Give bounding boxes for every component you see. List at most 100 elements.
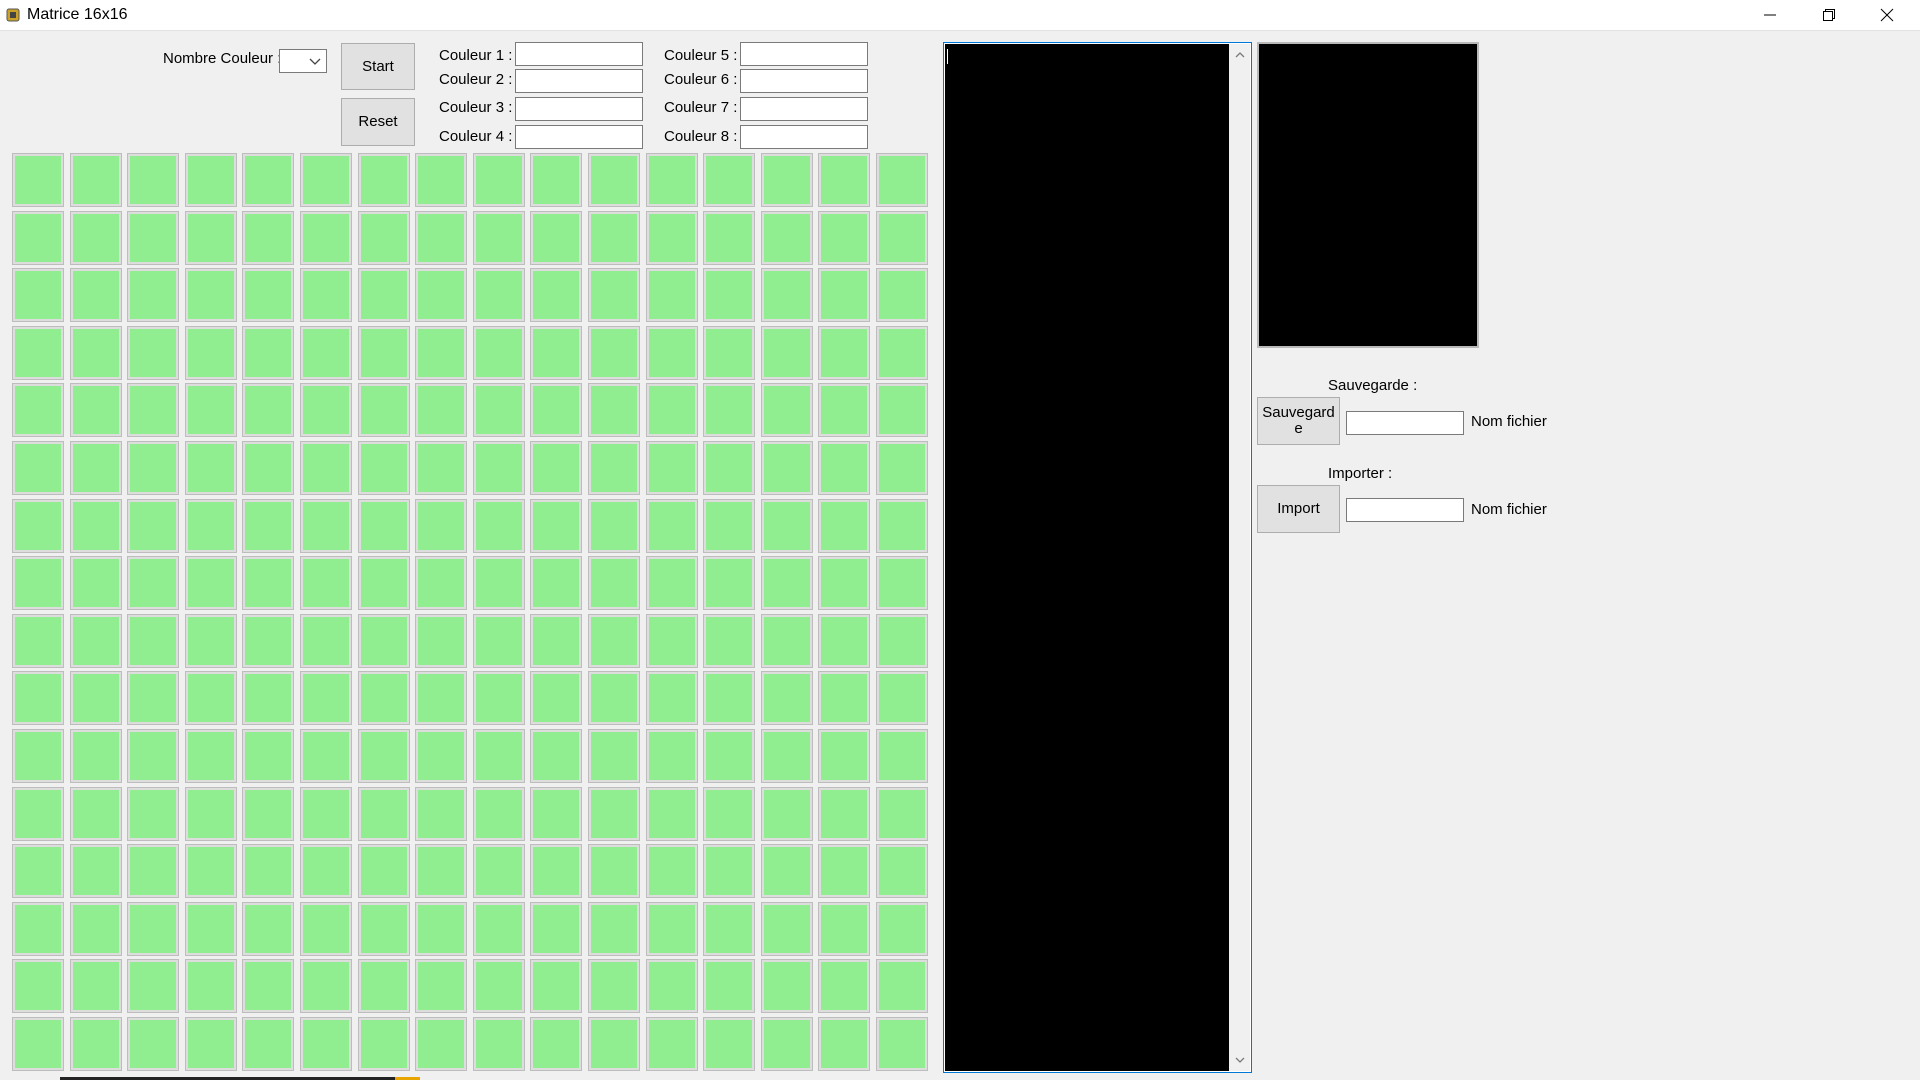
color-6-input[interactable]: [740, 69, 868, 93]
matrix-cell-11-5[interactable]: [300, 786, 352, 841]
matrix-cell-4-13[interactable]: [760, 383, 813, 438]
matrix-cell-3-10[interactable]: [588, 325, 640, 380]
matrix-cell-0-10[interactable]: [588, 153, 640, 207]
matrix-cell-5-6[interactable]: [357, 441, 410, 495]
matrix-cell-4-12[interactable]: [703, 383, 756, 438]
matrix-cell-6-5[interactable]: [300, 498, 352, 553]
matrix-cell-2-6[interactable]: [357, 268, 410, 323]
matrix-cell-15-5[interactable]: [300, 1017, 352, 1071]
matrix-cell-13-6[interactable]: [357, 901, 410, 956]
matrix-cell-11-8[interactable]: [472, 786, 525, 841]
matrix-cell-12-3[interactable]: [184, 844, 237, 899]
matrix-cell-15-0[interactable]: [12, 1017, 64, 1071]
matrix-cell-9-8[interactable]: [472, 671, 525, 726]
matrix-cell-9-15[interactable]: [876, 671, 928, 726]
matrix-cell-13-11[interactable]: [645, 901, 698, 956]
matrix-cell-12-5[interactable]: [300, 844, 352, 899]
matrix-cell-13-8[interactable]: [472, 901, 525, 956]
matrix-cell-1-1[interactable]: [69, 210, 122, 265]
matrix-cell-10-0[interactable]: [12, 729, 64, 783]
matrix-cell-14-9[interactable]: [530, 959, 583, 1014]
minimize-button[interactable]: [1741, 0, 1799, 30]
matrix-cell-6-2[interactable]: [127, 498, 180, 553]
matrix-cell-3-11[interactable]: [645, 325, 698, 380]
matrix-cell-11-3[interactable]: [184, 786, 237, 841]
matrix-cell-1-0[interactable]: [12, 210, 64, 265]
matrix-cell-10-14[interactable]: [818, 729, 871, 783]
matrix-cell-7-4[interactable]: [242, 556, 295, 611]
matrix-cell-3-7[interactable]: [415, 325, 468, 380]
matrix-cell-7-13[interactable]: [760, 556, 813, 611]
matrix-cell-5-4[interactable]: [242, 441, 295, 495]
matrix-cell-6-14[interactable]: [818, 498, 871, 553]
matrix-cell-14-3[interactable]: [184, 959, 237, 1014]
matrix-cell-3-1[interactable]: [69, 325, 122, 380]
matrix-cell-2-11[interactable]: [645, 268, 698, 323]
matrix-cell-12-11[interactable]: [645, 844, 698, 899]
matrix-cell-11-13[interactable]: [760, 786, 813, 841]
matrix-cell-4-9[interactable]: [530, 383, 583, 438]
matrix-cell-12-9[interactable]: [530, 844, 583, 899]
matrix-cell-10-12[interactable]: [703, 729, 756, 783]
matrix-cell-14-15[interactable]: [876, 959, 928, 1014]
matrix-cell-15-15[interactable]: [876, 1017, 928, 1071]
matrix-cell-12-14[interactable]: [818, 844, 871, 899]
matrix-cell-4-11[interactable]: [645, 383, 698, 438]
matrix-cell-13-12[interactable]: [703, 901, 756, 956]
matrix-cell-0-13[interactable]: [760, 153, 813, 207]
matrix-cell-5-13[interactable]: [760, 441, 813, 495]
matrix-cell-0-1[interactable]: [69, 153, 122, 207]
matrix-cell-3-8[interactable]: [472, 325, 525, 380]
matrix-cell-6-13[interactable]: [760, 498, 813, 553]
matrix-cell-10-2[interactable]: [127, 729, 180, 783]
matrix-cell-14-7[interactable]: [415, 959, 468, 1014]
matrix-cell-10-1[interactable]: [69, 729, 122, 783]
matrix-cell-14-8[interactable]: [472, 959, 525, 1014]
matrix-cell-12-8[interactable]: [472, 844, 525, 899]
matrix-cell-6-15[interactable]: [876, 498, 928, 553]
matrix-cell-8-13[interactable]: [760, 613, 813, 668]
matrix-cell-5-3[interactable]: [184, 441, 237, 495]
matrix-cell-15-10[interactable]: [588, 1017, 640, 1071]
matrix-cell-14-0[interactable]: [12, 959, 64, 1014]
matrix-cell-14-14[interactable]: [818, 959, 871, 1014]
matrix-cell-5-0[interactable]: [12, 441, 64, 495]
matrix-cell-1-11[interactable]: [645, 210, 698, 265]
matrix-cell-1-10[interactable]: [588, 210, 640, 265]
matrix-cell-0-0[interactable]: [12, 153, 64, 207]
matrix-cell-6-6[interactable]: [357, 498, 410, 553]
matrix-cell-0-7[interactable]: [415, 153, 468, 207]
matrix-cell-4-1[interactable]: [69, 383, 122, 438]
color-8-input[interactable]: [740, 125, 868, 149]
matrix-cell-7-3[interactable]: [184, 556, 237, 611]
matrix-cell-9-7[interactable]: [415, 671, 468, 726]
matrix-cell-14-13[interactable]: [760, 959, 813, 1014]
matrix-cell-3-14[interactable]: [818, 325, 871, 380]
matrix-cell-0-9[interactable]: [530, 153, 583, 207]
matrix-cell-8-15[interactable]: [876, 613, 928, 668]
matrix-cell-8-7[interactable]: [415, 613, 468, 668]
save-filename-input[interactable]: [1346, 411, 1464, 435]
matrix-cell-8-12[interactable]: [703, 613, 756, 668]
matrix-cell-15-13[interactable]: [760, 1017, 813, 1071]
maximize-button[interactable]: [1800, 0, 1858, 30]
matrix-cell-14-2[interactable]: [127, 959, 180, 1014]
matrix-cell-11-15[interactable]: [876, 786, 928, 841]
matrix-cell-1-14[interactable]: [818, 210, 871, 265]
matrix-cell-9-4[interactable]: [242, 671, 295, 726]
matrix-cell-3-6[interactable]: [357, 325, 410, 380]
color-1-input[interactable]: [515, 42, 643, 66]
matrix-cell-14-12[interactable]: [703, 959, 756, 1014]
scroll-up-icon[interactable]: [1235, 52, 1245, 58]
matrix-cell-15-1[interactable]: [69, 1017, 122, 1071]
matrix-cell-14-10[interactable]: [588, 959, 640, 1014]
matrix-cell-1-6[interactable]: [357, 210, 410, 265]
matrix-cell-9-6[interactable]: [357, 671, 410, 726]
save-button[interactable]: Sauvegard e: [1257, 397, 1340, 445]
matrix-cell-8-8[interactable]: [472, 613, 525, 668]
matrix-cell-9-9[interactable]: [530, 671, 583, 726]
matrix-cell-4-10[interactable]: [588, 383, 640, 438]
matrix-cell-10-7[interactable]: [415, 729, 468, 783]
matrix-cell-5-2[interactable]: [127, 441, 180, 495]
matrix-cell-14-1[interactable]: [69, 959, 122, 1014]
